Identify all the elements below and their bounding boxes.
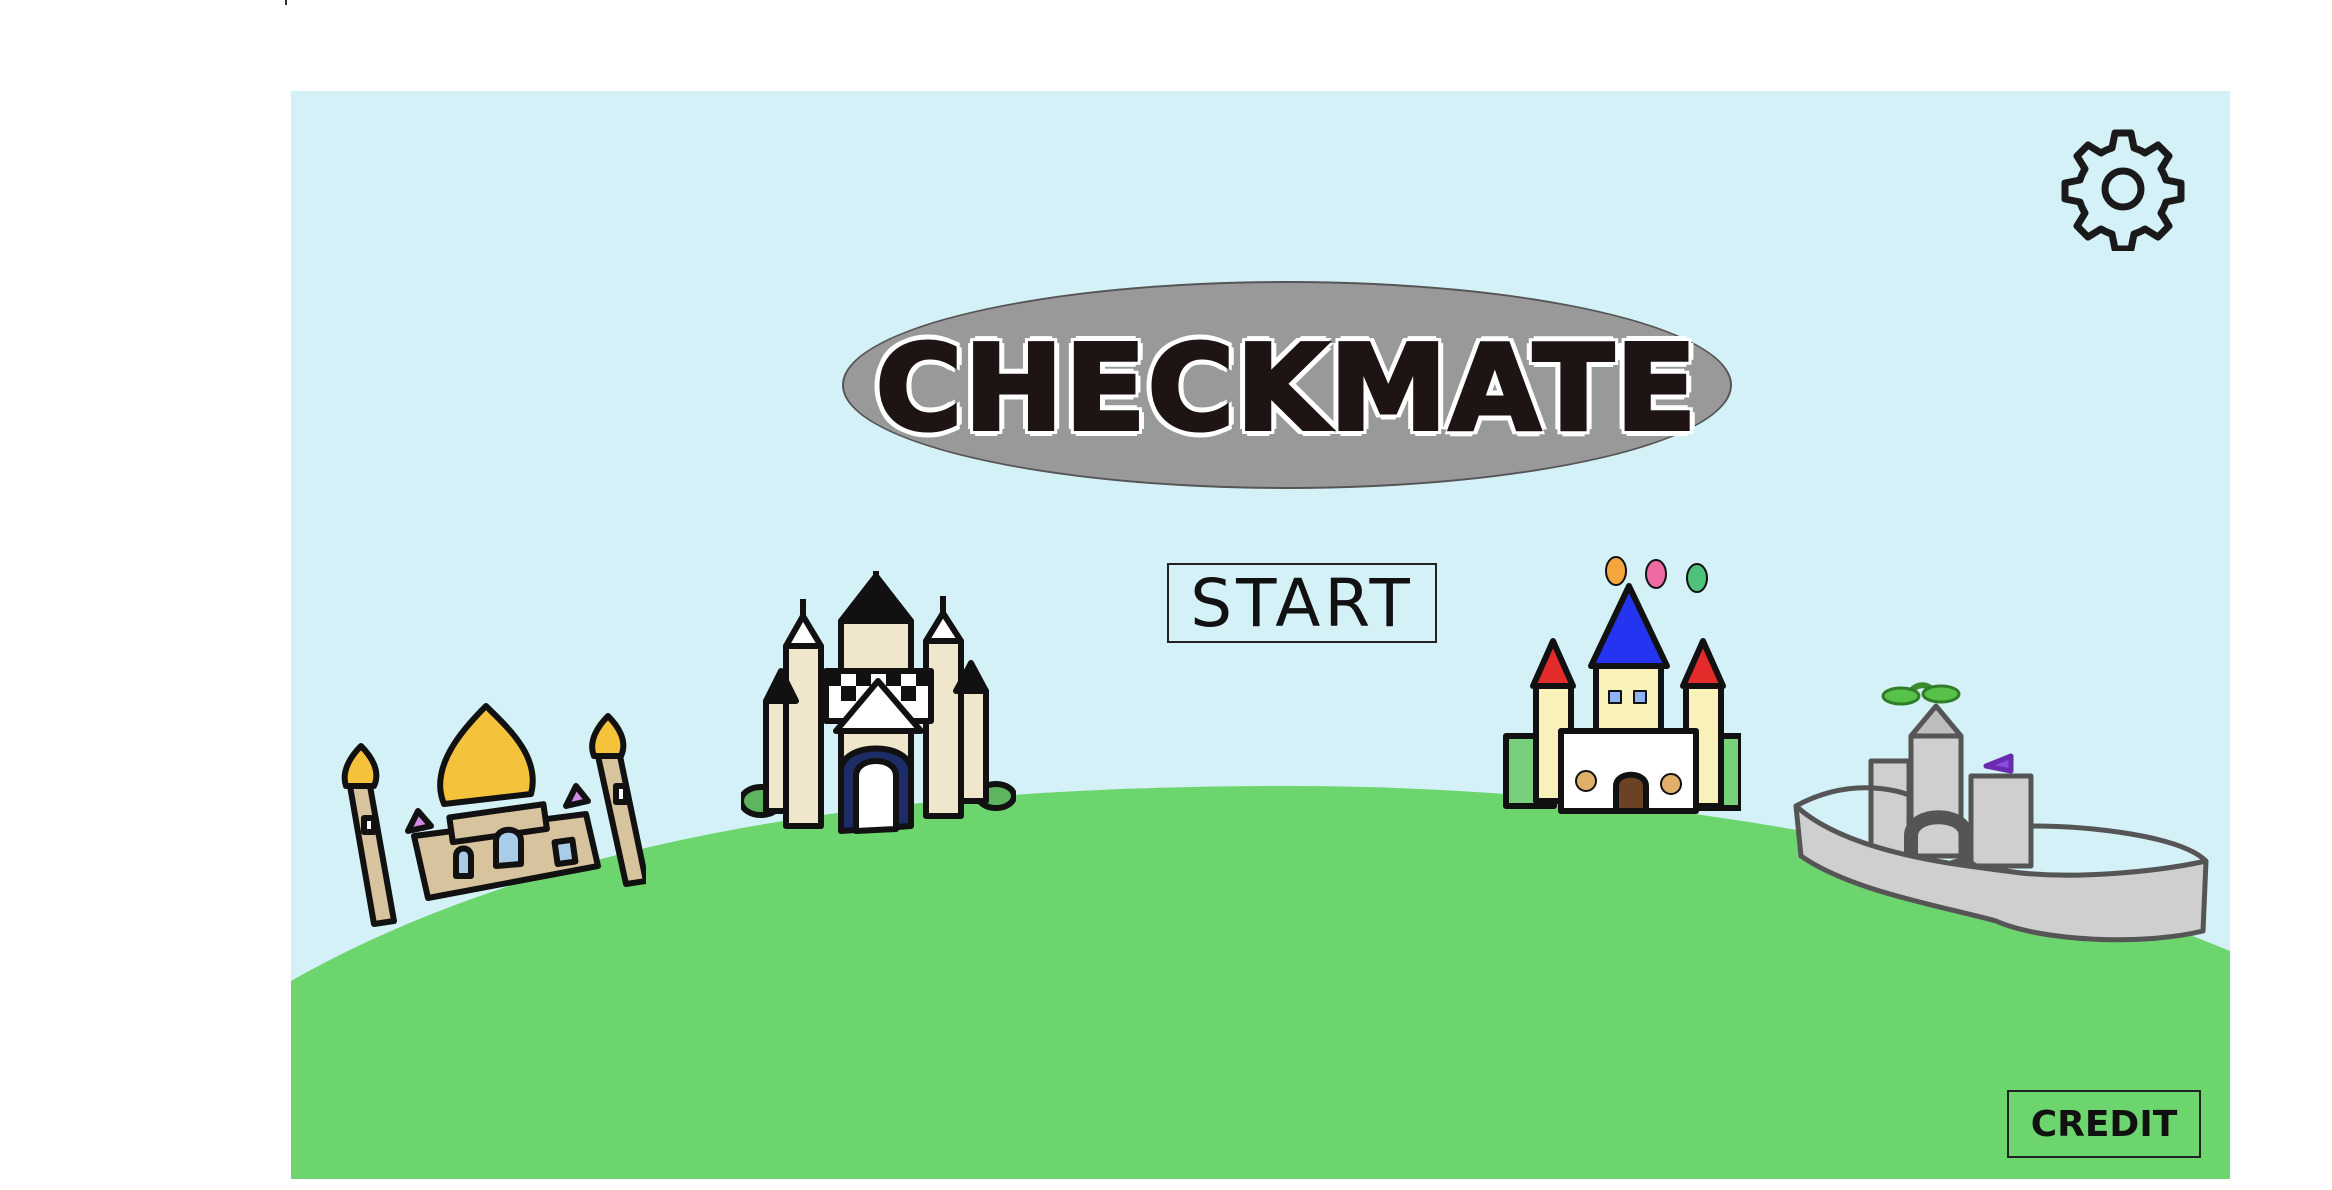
game-title: CHECKMATE: [874, 319, 1699, 457]
stray-mark: [285, 0, 287, 5]
onion-dome-palace: [336, 686, 646, 931]
checkered-castle: [741, 571, 1016, 836]
credit-button[interactable]: CREDIT: [2007, 1090, 2201, 1158]
stone-fortress: [1791, 676, 2211, 951]
start-button[interactable]: START: [1167, 563, 1437, 643]
settings-button[interactable]: [2061, 127, 2185, 251]
candy-castle: [1501, 556, 1741, 821]
game-viewport: CHECKMATE START CREDIT: [291, 91, 2230, 1179]
gear-icon: [2061, 129, 2185, 251]
